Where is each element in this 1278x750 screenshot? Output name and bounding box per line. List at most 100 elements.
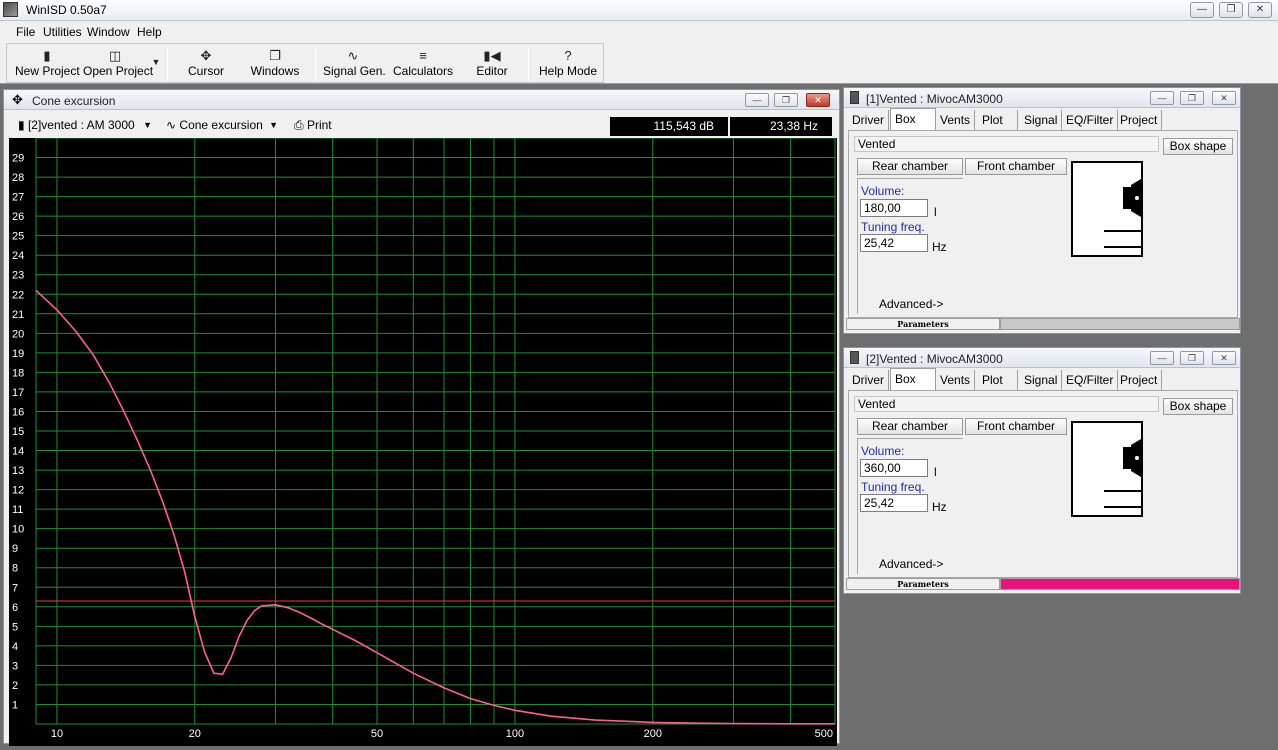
restore-icon[interactable]: ❐	[1180, 91, 1204, 105]
tab-vents[interactable]: Vents	[936, 110, 976, 130]
restore-icon[interactable]: ❐	[1219, 2, 1243, 18]
vented-box-icon	[1104, 439, 1141, 508]
cone-excursion-chart[interactable]: 1 2 3 4 5 6 7 8 9 10 11 12 13 14 15 16 17 18 19 20 21 22 23 24 2…	[9, 138, 837, 746]
volume-input[interactable]: 180,00	[860, 199, 928, 217]
open-project-button[interactable]: ◫ Open Project	[83, 48, 153, 82]
y-tick-label: 9	[12, 543, 18, 555]
minimize-icon[interactable]: —	[1150, 91, 1174, 105]
crosshair-icon: ✥	[12, 92, 23, 107]
close-icon[interactable]: ✕	[1212, 351, 1236, 365]
box-window-1-titlebar[interactable]: [1]Vented : MivocAM3000 — ❐ ✕	[844, 88, 1240, 108]
new-project-button[interactable]: ▮ New Project	[15, 48, 80, 82]
editor-button[interactable]: ▮◀ Editor	[469, 48, 515, 82]
project-select[interactable]: ▮ [2]vented : AM 3000 ▼	[18, 116, 154, 134]
graph-window-titlebar[interactable]: Cone excursion ✥ — ❐ ✕	[4, 90, 839, 110]
advanced-button[interactable]: Advanced->	[879, 297, 943, 311]
volume-unit: l	[934, 465, 937, 479]
y-tick-label: 5	[12, 621, 18, 633]
calculators-button[interactable]: ≡ Calculators	[392, 48, 454, 82]
tab-signal[interactable]: Signal	[1020, 110, 1063, 130]
front-chamber-button[interactable]: Front chamber	[965, 418, 1067, 435]
parameters-label: Parameters	[846, 578, 1000, 590]
volume-input[interactable]: 360,00	[860, 459, 928, 477]
sine-wave-icon: ∿	[347, 48, 359, 63]
tab-project[interactable]: Project	[1116, 370, 1163, 390]
y-tick-label: 21	[12, 309, 24, 321]
y-tick-label: 11	[12, 504, 23, 516]
y-tick-label: 1	[12, 699, 18, 711]
minimize-icon[interactable]: —	[1150, 351, 1174, 365]
y-tick-label: 18	[12, 367, 24, 379]
windows-button[interactable]: ❐ Windows	[247, 48, 303, 82]
graph-type-select[interactable]: ∿ Cone excursion ▼	[166, 116, 280, 134]
advanced-button[interactable]: Advanced->	[879, 557, 943, 571]
y-tick-label: 14	[12, 446, 24, 458]
y-tick-label: 4	[12, 641, 18, 653]
volume-label: Volume:	[861, 184, 905, 198]
minimize-icon[interactable]: —	[1190, 2, 1214, 18]
help-mode-button[interactable]: ? Help Mode	[537, 48, 599, 82]
box-shape-button[interactable]: Box shape	[1163, 398, 1233, 415]
rear-chamber-button[interactable]: Rear chamber	[857, 158, 963, 175]
tab-box[interactable]: Box	[890, 368, 936, 390]
x-tick-label: 10	[51, 728, 63, 740]
volume-label: Volume:	[861, 444, 905, 458]
graph-window-title: Cone excursion	[32, 94, 116, 108]
rear-chamber-panel: Volume: 180,00 l Tuning freq. 25,42 Hz A…	[857, 178, 963, 314]
tab-driver[interactable]: Driver	[848, 110, 889, 130]
tab-eq-filter[interactable]: EQ/Filter	[1062, 370, 1119, 390]
y-tick-label: 23	[12, 270, 24, 282]
restore-icon[interactable]: ❐	[774, 93, 798, 107]
app-title: WinISD 0.50a7	[26, 3, 107, 17]
menubar: File Utilities Window Help	[0, 21, 1278, 42]
minimize-icon[interactable]: —	[745, 93, 769, 107]
box-type-field[interactable]: Vented	[854, 136, 1159, 152]
restore-icon[interactable]: ❐	[1180, 351, 1204, 365]
tab-eq-filter[interactable]: EQ/Filter	[1062, 110, 1119, 130]
tab-plot[interactable]: Plot	[978, 110, 1018, 130]
tab-driver[interactable]: Driver	[848, 370, 889, 390]
project-color-bar	[1000, 318, 1240, 330]
y-tick-label: 26	[12, 211, 24, 223]
menu-file[interactable]: File	[16, 25, 35, 39]
tuning-freq-label: Tuning freq.	[861, 220, 925, 234]
close-icon[interactable]: ✕	[1212, 91, 1236, 105]
menu-utilities[interactable]: Utilities	[43, 25, 82, 39]
box-shape-button[interactable]: Box shape	[1163, 138, 1233, 155]
close-icon[interactable]: ✕	[806, 93, 830, 107]
signal-gen-button[interactable]: ∿ Signal Gen.	[323, 48, 386, 82]
tab-plot[interactable]: Plot	[978, 370, 1018, 390]
tab-signal[interactable]: Signal	[1020, 370, 1063, 390]
toolbar-separator	[528, 48, 529, 81]
box-diagram	[1071, 161, 1143, 257]
tab-box[interactable]: Box	[890, 108, 936, 130]
box-diagram	[1071, 421, 1143, 517]
crosshair-icon: ✥	[200, 48, 212, 63]
y-tick-label: 29	[12, 153, 24, 165]
rear-chamber-panel: Volume: 360,00 l Tuning freq. 25,42 Hz A…	[857, 438, 963, 574]
tab-vents[interactable]: Vents	[936, 370, 976, 390]
tuning-freq-input[interactable]: 25,42	[860, 234, 928, 252]
menu-window[interactable]: Window	[87, 25, 130, 39]
rear-chamber-button[interactable]: Rear chamber	[857, 418, 963, 435]
print-button[interactable]: ⎙ Print	[294, 116, 346, 134]
y-tick-label: 17	[12, 387, 24, 399]
y-tick-label: 15	[12, 426, 24, 438]
db-readout: 115,543 dB	[610, 117, 728, 136]
menu-help[interactable]: Help	[137, 25, 162, 39]
chart-svg: 1234567891011121314151617181920212223242…	[12, 138, 836, 740]
front-chamber-button[interactable]: Front chamber	[965, 158, 1067, 175]
box-type-field[interactable]: Vented	[854, 396, 1159, 412]
document-icon: ▮	[18, 118, 25, 132]
cursor-button[interactable]: ✥ Cursor	[179, 48, 233, 82]
x-tick-label: 200	[644, 728, 662, 740]
tab-project[interactable]: Project	[1116, 110, 1163, 130]
box-window-2-titlebar[interactable]: [2]Vented : MivocAM3000 — ❐ ✕	[844, 348, 1240, 368]
app-titlebar: WinISD 0.50a7 — ❐ ✕	[0, 0, 1278, 21]
tuning-freq-input[interactable]: 25,42	[860, 494, 928, 512]
close-icon[interactable]: ✕	[1248, 2, 1272, 18]
y-tick-label: 22	[12, 289, 24, 301]
open-project-dropdown[interactable]: ▼	[149, 54, 163, 88]
graph-type-value: Cone excursion	[179, 118, 263, 132]
document-icon	[850, 91, 859, 104]
